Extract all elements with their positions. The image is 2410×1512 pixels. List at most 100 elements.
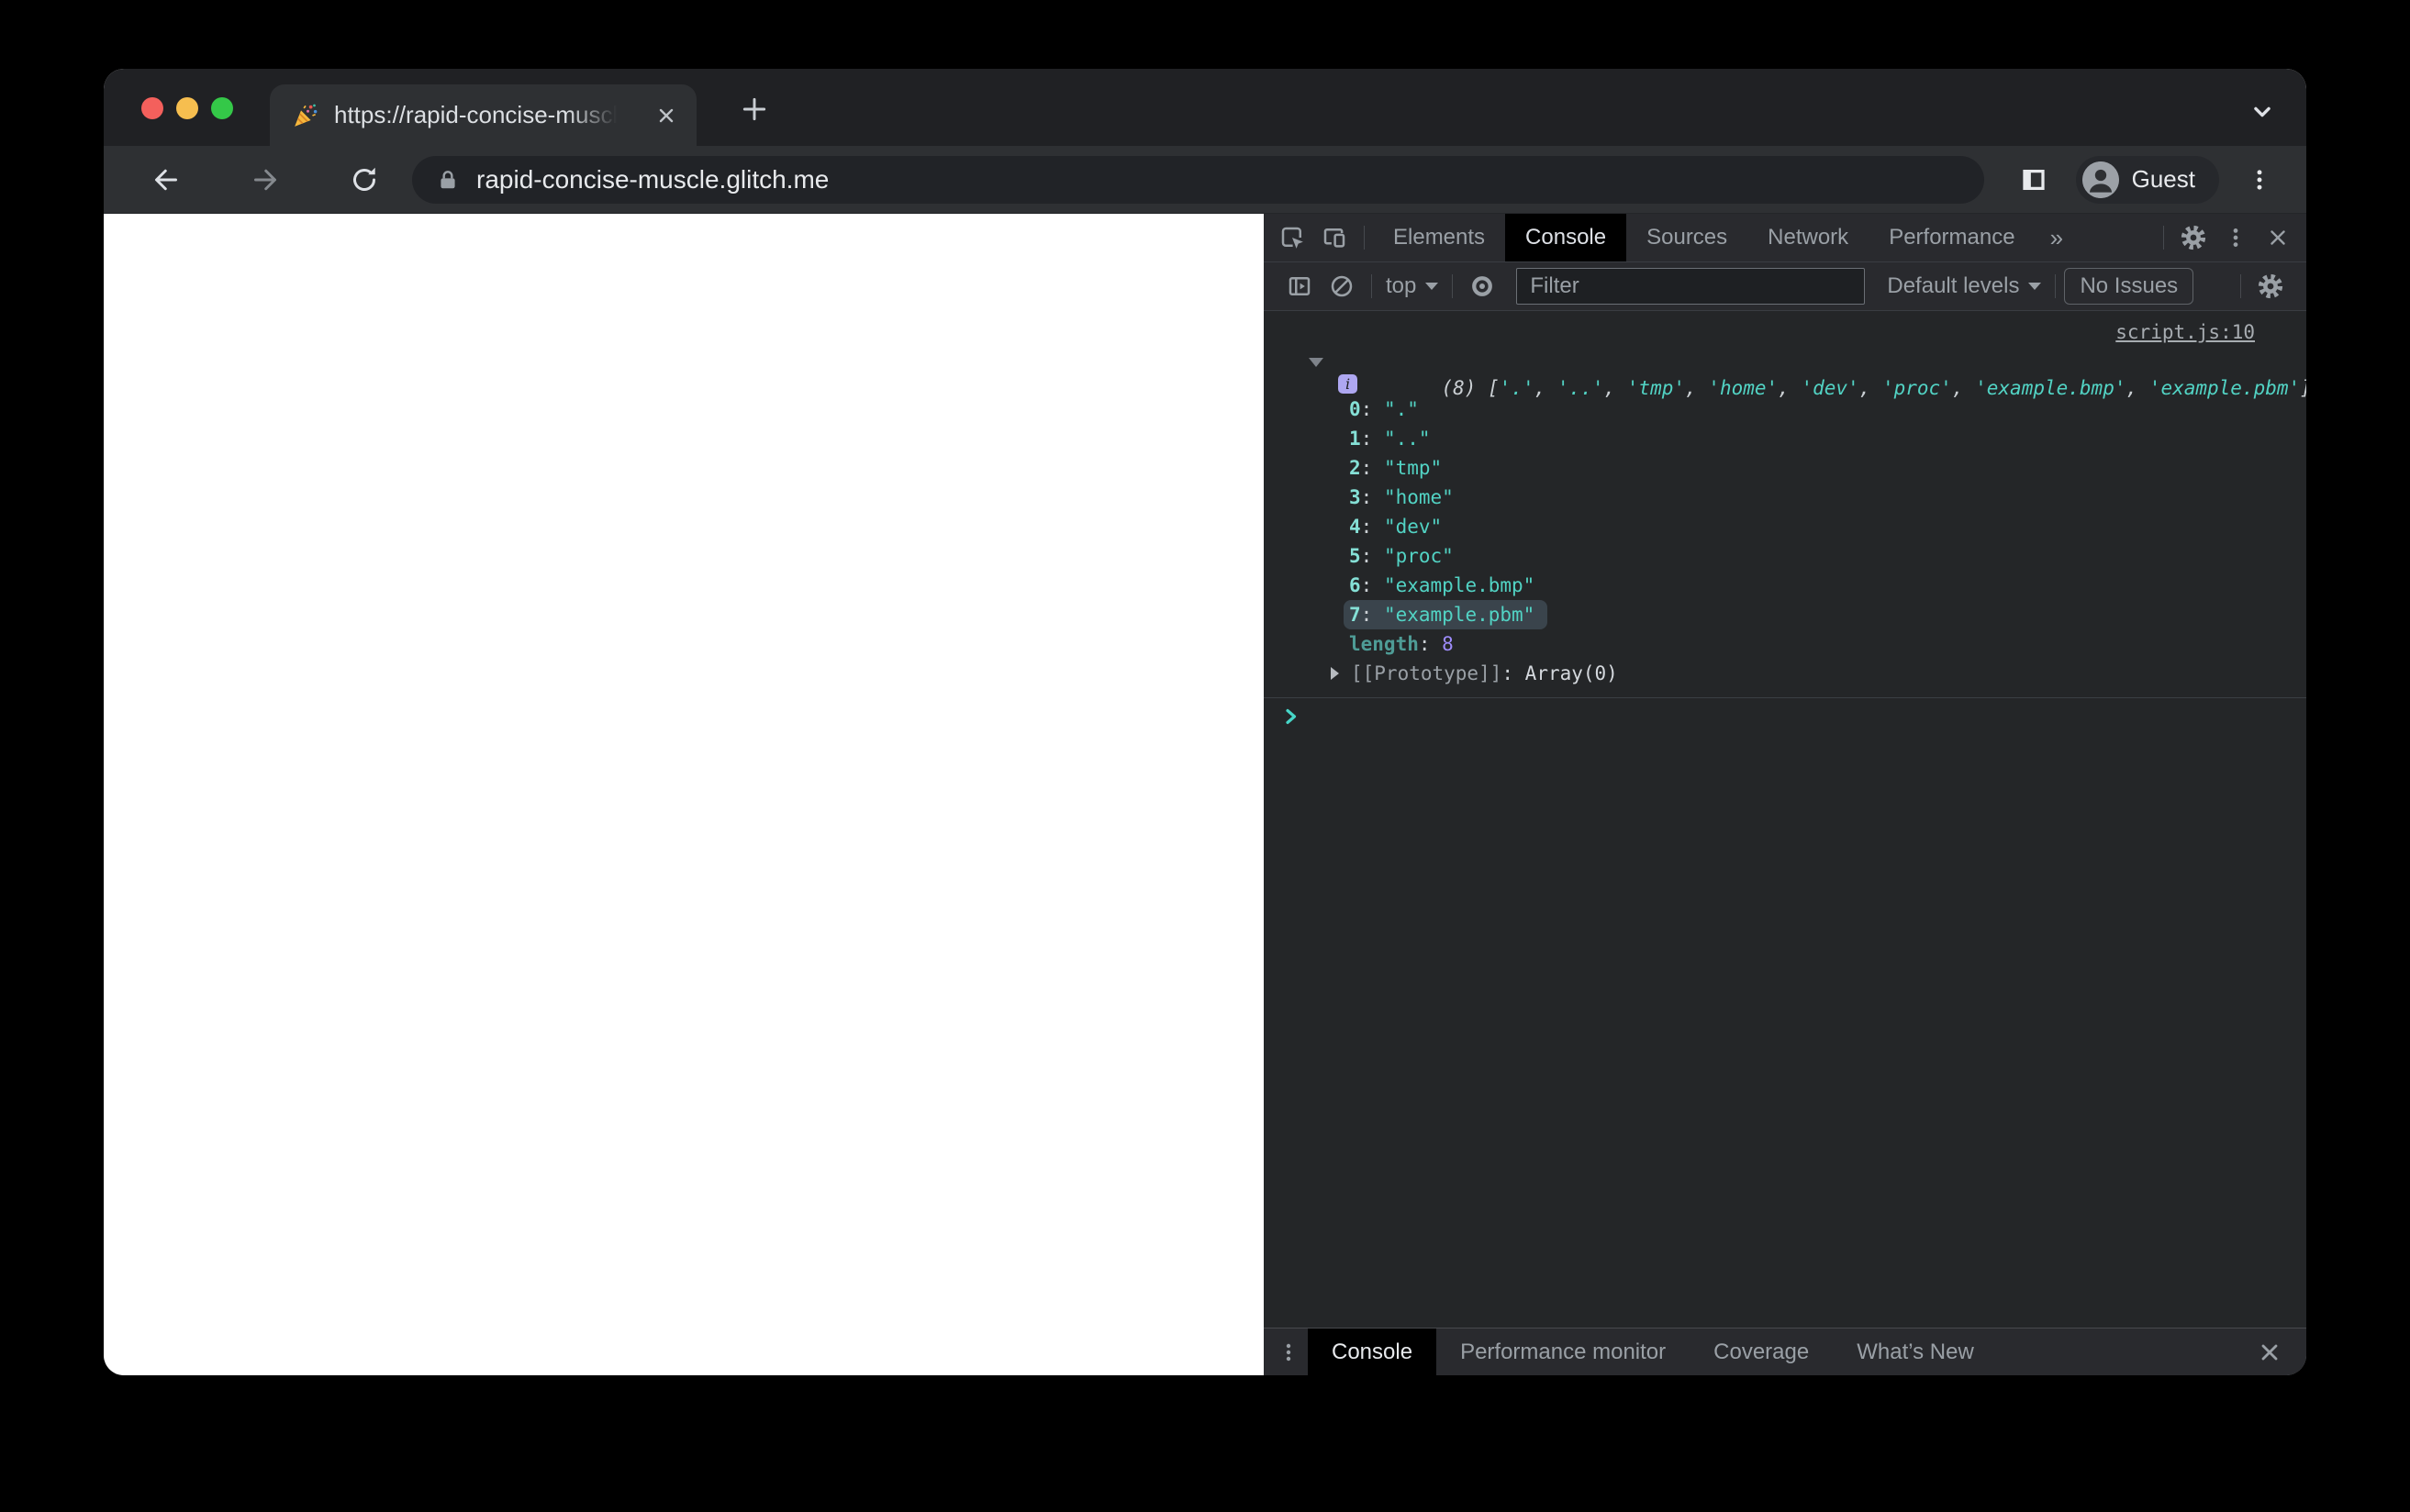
console-message-source: script.js:10 xyxy=(1264,318,2306,346)
divider xyxy=(2055,274,2057,298)
devtools-close-button[interactable] xyxy=(2257,226,2299,250)
kebab-menu-icon xyxy=(2257,169,2262,190)
array-length-row[interactable]: length: 8 xyxy=(1264,629,2306,659)
drawer-tab-coverage[interactable]: Coverage xyxy=(1690,1329,1833,1375)
divider xyxy=(1452,274,1454,298)
issues-counter[interactable]: No Issues xyxy=(2064,268,2194,305)
log-levels-dropdown[interactable]: Default levels xyxy=(1881,273,2047,299)
reload-button[interactable] xyxy=(344,160,385,200)
browser-menu-button[interactable] xyxy=(2243,160,2276,200)
eye-icon xyxy=(1472,276,1493,296)
console-filter-input[interactable] xyxy=(1516,268,1866,305)
titlebar: https://rapid-concise-muscle.g xyxy=(104,69,2306,146)
console-prompt[interactable] xyxy=(1264,698,2306,735)
side-panel-icon xyxy=(2023,169,2045,190)
forward-arrow-icon xyxy=(254,169,276,190)
gear-icon xyxy=(2181,225,2206,250)
console-array-preview[interactable]: (8) ['.', '..', 'tmp', 'home', 'dev', 'p… xyxy=(1264,346,2306,399)
url-text: rapid-concise-muscle.glitch.me xyxy=(476,164,830,194)
close-icon xyxy=(2271,230,2285,245)
devtools-tabbar: Elements Console Sources Network Perform… xyxy=(1264,214,2306,262)
chevron-down-icon xyxy=(2254,106,2271,117)
zoom-window-button[interactable] xyxy=(211,97,233,119)
avatar-icon xyxy=(2081,161,2119,198)
devtools-menu-button[interactable] xyxy=(2215,226,2257,250)
drawer-tab-performance-monitor[interactable]: Performance monitor xyxy=(1436,1329,1690,1375)
kebab-menu-icon xyxy=(1286,1343,1291,1361)
close-icon xyxy=(659,108,674,122)
array-entry-7-highlighted[interactable]: 7: "example.pbm" xyxy=(1264,600,2306,629)
console-sidebar-toggle-button[interactable] xyxy=(1278,272,1321,300)
console-output: script.js:10 (8) ['.', '..', 'tmp', 'hom… xyxy=(1264,311,2306,1328)
profile-label: Guest xyxy=(2131,165,2195,193)
devtools-tabbar-right xyxy=(2155,214,2306,261)
devtools-settings-button[interactable] xyxy=(2172,224,2215,251)
console-toolbar: top Default levels No Issues xyxy=(1264,262,2306,311)
devtools-tab-elements[interactable]: Elements xyxy=(1373,214,1505,261)
browser-window: https://rapid-concise-muscle.g rapid-con… xyxy=(104,69,2306,1375)
tab-close-button[interactable] xyxy=(651,100,682,131)
drawer-tab-console[interactable]: Console xyxy=(1308,1329,1437,1375)
array-count: (8) xyxy=(1441,377,1489,399)
plus-icon xyxy=(742,97,766,121)
tab-search-button[interactable] xyxy=(2244,94,2281,130)
new-tab-button[interactable] xyxy=(737,92,772,127)
context-label: top xyxy=(1386,273,1417,298)
console-settings-button[interactable] xyxy=(2249,272,2292,300)
divider xyxy=(1364,226,1365,250)
divider xyxy=(2240,274,2241,298)
reload-icon xyxy=(353,167,375,191)
devtools-tab-performance[interactable]: Performance xyxy=(1869,214,2035,261)
expand-triangle-icon[interactable] xyxy=(1331,667,1339,680)
array-entry-4[interactable]: 4: "dev" xyxy=(1264,512,2306,541)
forward-button[interactable] xyxy=(245,160,285,200)
main-area: Elements Console Sources Network Perform… xyxy=(104,214,2306,1375)
tab-title: https://rapid-concise-muscle.g xyxy=(334,101,626,129)
execution-context-dropdown[interactable]: top xyxy=(1380,273,1444,299)
device-toolbar-icon xyxy=(1323,228,1345,248)
browser-tab[interactable]: https://rapid-concise-muscle.g xyxy=(270,84,697,146)
devtools-drawer: Console Performance monitor Coverage Wha… xyxy=(1264,1328,2306,1375)
inspect-element-button[interactable] xyxy=(1271,214,1313,261)
drawer-menu-button[interactable] xyxy=(1269,1329,1308,1375)
close-window-button[interactable] xyxy=(141,97,163,119)
highlighted-entry: 7: "example.pbm" xyxy=(1344,600,1548,629)
console-sidebar-icon xyxy=(1289,277,1311,295)
array-entry-2[interactable]: 2: "tmp" xyxy=(1264,453,2306,483)
inspect-cursor-icon xyxy=(1281,227,1303,249)
drawer-close-button[interactable] xyxy=(2251,1334,2288,1371)
back-arrow-icon xyxy=(155,169,177,190)
array-entry-6[interactable]: 6: "example.bmp" xyxy=(1264,571,2306,600)
devtools-tab-network[interactable]: Network xyxy=(1747,214,1869,261)
minimize-window-button[interactable] xyxy=(176,97,198,119)
devtools-tab-sources[interactable]: Sources xyxy=(1626,214,1747,261)
collapse-triangle-icon[interactable] xyxy=(1309,358,1323,367)
clear-console-icon xyxy=(1331,275,1353,297)
tab-title-fade xyxy=(567,101,626,129)
devtools-panel: Elements Console Sources Network Perform… xyxy=(1264,214,2306,1375)
drawer-tab-whats-new[interactable]: What’s New xyxy=(1833,1329,1998,1375)
array-entry-5[interactable]: 5: "proc" xyxy=(1264,541,2306,571)
array-entry-1[interactable]: 1: ".." xyxy=(1264,424,2306,453)
console-prompt-chevron-icon xyxy=(1286,708,1297,725)
clear-console-button[interactable] xyxy=(1321,272,1363,300)
page-content xyxy=(104,214,1264,1375)
device-toolbar-button[interactable] xyxy=(1313,214,1356,261)
caret-down-icon xyxy=(2028,283,2042,290)
devtools-tab-console[interactable]: Console xyxy=(1505,214,1627,261)
more-tabs-button[interactable]: » xyxy=(2036,214,2078,261)
party-popper-icon xyxy=(295,104,318,127)
address-bar[interactable]: rapid-concise-muscle.glitch.me xyxy=(412,155,1984,204)
back-button[interactable] xyxy=(146,160,186,200)
close-icon xyxy=(2261,1344,2278,1360)
caret-down-icon xyxy=(1425,283,1439,290)
array-entry-3[interactable]: 3: "home" xyxy=(1264,483,2306,512)
kebab-menu-icon xyxy=(2233,228,2238,247)
live-expression-button[interactable] xyxy=(1461,272,1503,300)
source-location-link[interactable]: script.js:10 xyxy=(2115,321,2255,343)
traffic-lights xyxy=(141,97,233,119)
profile-button[interactable]: Guest xyxy=(2075,155,2219,204)
prototype-row[interactable]: [[Prototype]]: Array(0) xyxy=(1264,659,2306,688)
levels-label: Default levels xyxy=(1887,273,2020,298)
side-panel-button[interactable] xyxy=(2014,160,2054,200)
